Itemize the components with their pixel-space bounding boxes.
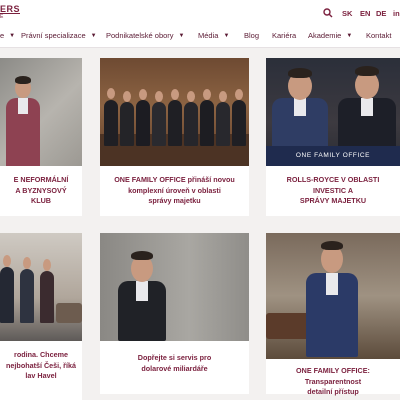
article-card[interactable]: ONE FAMILY OFFICE ROLLS-ROYCE V OBLASTI … (266, 58, 400, 216)
nav-item-label: Podnikatelské obory (106, 31, 174, 40)
chevron-down-icon: ▼ (9, 33, 16, 39)
nav-item-kariera[interactable]: Kariéra (272, 31, 296, 40)
chevron-down-icon: ▼ (346, 33, 353, 39)
article-title[interactable]: ONE FAMILY OFFICE: Transparentnost detai… (266, 366, 400, 398)
nav-item-label: Právní specializace (21, 31, 86, 40)
logo-subtitle: E (0, 14, 5, 20)
article-image[interactable] (0, 233, 82, 341)
article-title[interactable]: ROLLS-ROYCE V OBLASTI INVESTIC A SPRÁVY … (266, 175, 400, 207)
nav-item-label: Kariéra (272, 31, 297, 40)
nav-item-pravni-specializace[interactable]: Právní specializace ▼ (21, 31, 97, 40)
brand-banner: ONE FAMILY OFFICE (266, 146, 400, 166)
lang-de[interactable]: DE (376, 9, 386, 18)
nav-item-akademie[interactable]: Akademie ▼ (308, 31, 352, 40)
nav-item-label: Média (198, 31, 219, 40)
article-card[interactable]: ONE FAMILY OFFICE přináší novou komplexn… (100, 58, 249, 216)
article-title[interactable]: Dopřejte si servis pro dolarové miliardá… (100, 353, 249, 374)
article-title[interactable]: ONE FAMILY OFFICE přináší novou komplexn… (100, 175, 249, 207)
article-card[interactable]: Dopřejte si servis pro dolarové miliardá… (100, 233, 249, 394)
nav-item-label: Akademie (308, 31, 342, 40)
article-image[interactable] (0, 58, 82, 166)
page: ERS E SK EN DE in e ▼ Právní specializace… (0, 0, 400, 400)
article-title[interactable]: rodina. Chceme nejbohatší Češi, říká lav… (0, 350, 82, 382)
chevron-down-icon: ▼ (178, 33, 185, 39)
main-nav: e ▼ Právní specializace ▼ Podnikatelské ob… (0, 22, 400, 48)
nav-item-label: Kontakt (366, 31, 392, 40)
article-title[interactable]: E NEFORMÁLNÍ A BYZNYSOVÝ KLUB (0, 175, 82, 207)
armchair (56, 303, 82, 323)
nav-item-label: Blog (244, 31, 260, 40)
nav-item-partial[interactable]: e ▼ (0, 31, 15, 40)
article-image[interactable] (100, 233, 249, 341)
article-card[interactable]: E NEFORMÁLNÍ A BYZNYSOVÝ KLUB (0, 58, 82, 216)
nav-item-blog[interactable]: Blog (244, 31, 259, 40)
lang-sk[interactable]: SK (342, 9, 352, 18)
article-image[interactable] (100, 58, 249, 166)
article-card[interactable]: ONE FAMILY OFFICE: Transparentnost detai… (266, 233, 400, 396)
chevron-down-icon: ▼ (90, 33, 97, 39)
linkedin-icon[interactable]: in (393, 9, 400, 18)
nav-item-label: e (0, 31, 5, 40)
article-image[interactable]: ONE FAMILY OFFICE (266, 58, 400, 166)
article-card[interactable]: rodina. Chceme nejbohatší Češi, říká lav… (0, 233, 82, 400)
search-icon[interactable] (323, 8, 333, 18)
lang-en[interactable]: EN (360, 9, 370, 18)
nav-item-podnikatelske-obory[interactable]: Podnikatelské obory ▼ (106, 31, 185, 40)
chevron-down-icon: ▼ (223, 33, 230, 39)
top-bar: ERS E SK EN DE in (0, 0, 400, 22)
nav-item-kontakt[interactable]: Kontakt (366, 31, 391, 40)
nav-item-media[interactable]: Média ▼ (198, 31, 229, 40)
article-image[interactable] (266, 233, 400, 359)
